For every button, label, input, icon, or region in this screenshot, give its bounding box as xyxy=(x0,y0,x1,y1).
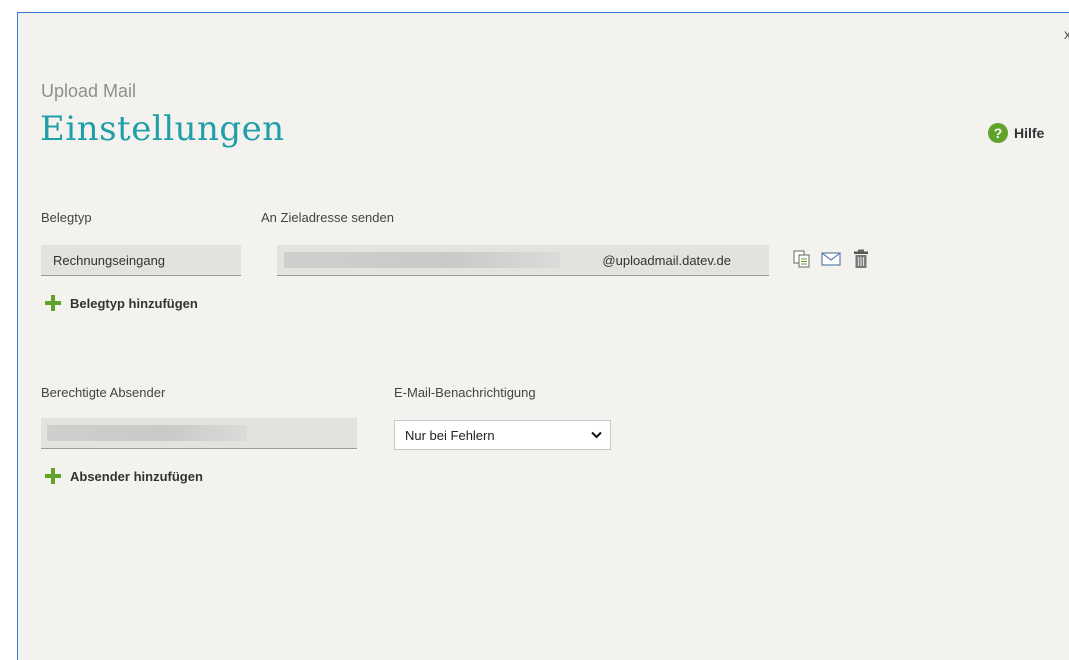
close-icon[interactable]: x xyxy=(1064,26,1069,42)
doc-type-value: Rechnungseingang xyxy=(53,252,166,268)
target-address-label: An Zieladresse senden xyxy=(261,210,394,225)
plus-icon xyxy=(44,294,62,312)
redacted-sender xyxy=(47,425,247,441)
notification-label: E-Mail-Benachrichtigung xyxy=(394,385,536,400)
address-suffix: @uploadmail.datev.de xyxy=(602,252,731,268)
envelope-icon[interactable] xyxy=(820,248,842,270)
senders-label: Berechtigte Absender xyxy=(41,385,166,400)
add-sender-button[interactable]: Absender hinzufügen xyxy=(44,467,203,485)
settings-dialog: x Upload Mail Einstellungen ? Hilfe Bele… xyxy=(17,12,1069,660)
copy-icon[interactable] xyxy=(791,248,813,270)
target-address-field[interactable]: @uploadmail.datev.de xyxy=(277,245,769,276)
doc-type-field[interactable]: Rechnungseingang xyxy=(41,245,241,276)
trash-icon[interactable] xyxy=(850,248,872,270)
redacted-address xyxy=(284,252,560,268)
chevron-down-icon xyxy=(591,431,602,439)
notification-select[interactable]: Nur bei Fehlern xyxy=(394,420,611,450)
question-circle-icon: ? xyxy=(988,123,1008,143)
help-label: Hilfe xyxy=(1014,125,1045,141)
sender-field[interactable] xyxy=(41,418,357,449)
plus-icon xyxy=(44,467,62,485)
dialog-subtitle: Upload Mail xyxy=(41,81,137,101)
add-sender-label: Absender hinzufügen xyxy=(70,468,203,484)
add-doc-type-label: Belegtyp hinzufügen xyxy=(70,295,198,311)
help-link[interactable]: ? Hilfe xyxy=(988,123,1044,143)
notification-selected-value: Nur bei Fehlern xyxy=(405,427,495,443)
doc-type-label: Belegtyp xyxy=(41,210,92,225)
page-title: Einstellungen xyxy=(40,109,285,149)
add-doc-type-button[interactable]: Belegtyp hinzufügen xyxy=(44,294,198,312)
